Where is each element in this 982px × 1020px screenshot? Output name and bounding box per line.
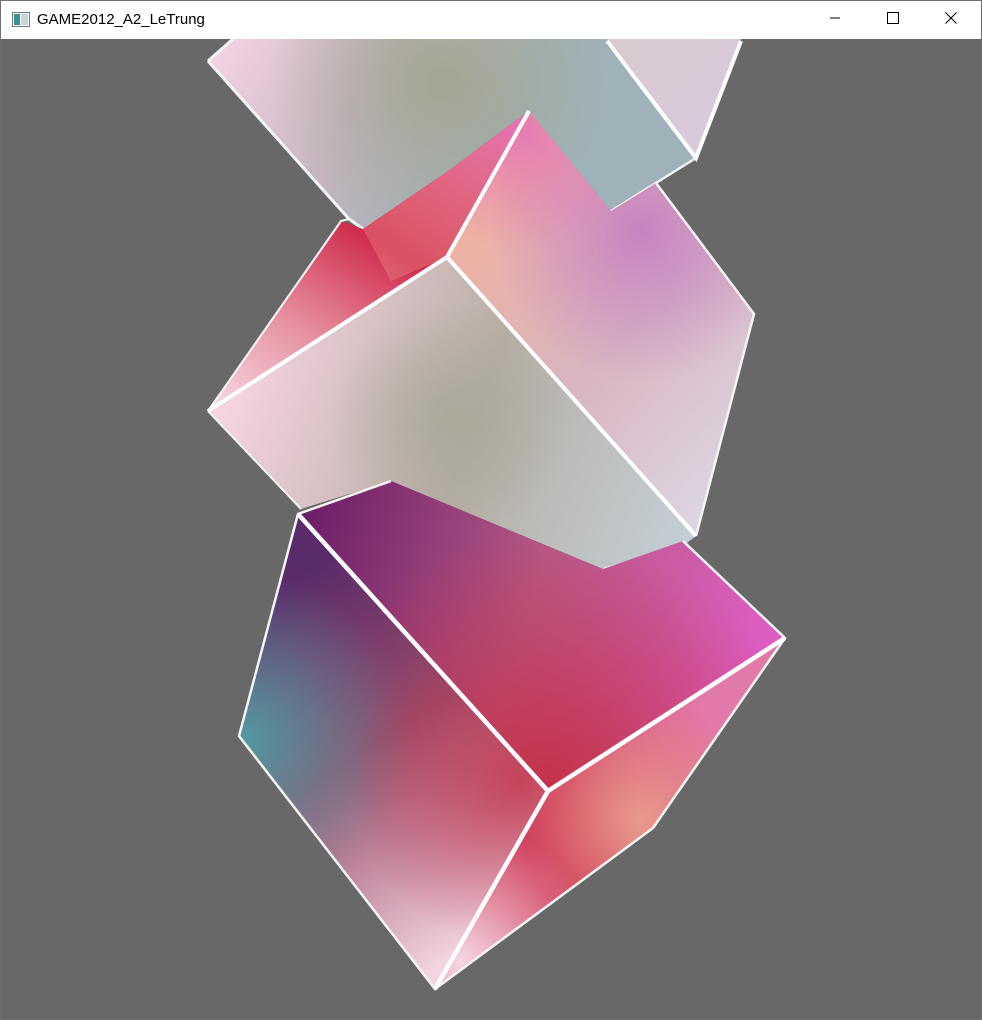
maximize-button[interactable]: [864, 1, 922, 39]
maximize-icon: [887, 11, 899, 29]
render-viewport[interactable]: [1, 39, 981, 1019]
scene-canvas: [206, 39, 787, 991]
window-title: GAME2012_A2_LeTrung: [37, 11, 205, 28]
close-button[interactable]: [922, 1, 980, 39]
minimize-button[interactable]: [806, 1, 864, 39]
title-bar[interactable]: GAME2012_A2_LeTrung: [1, 1, 981, 39]
middle-cube: [206, 110, 756, 570]
bottom-cube: [237, 479, 787, 991]
app-window-icon: [12, 12, 30, 27]
close-icon: [945, 11, 957, 29]
app-window: GAME2012_A2_LeTrung: [0, 0, 982, 1020]
minimize-icon: [829, 11, 841, 29]
